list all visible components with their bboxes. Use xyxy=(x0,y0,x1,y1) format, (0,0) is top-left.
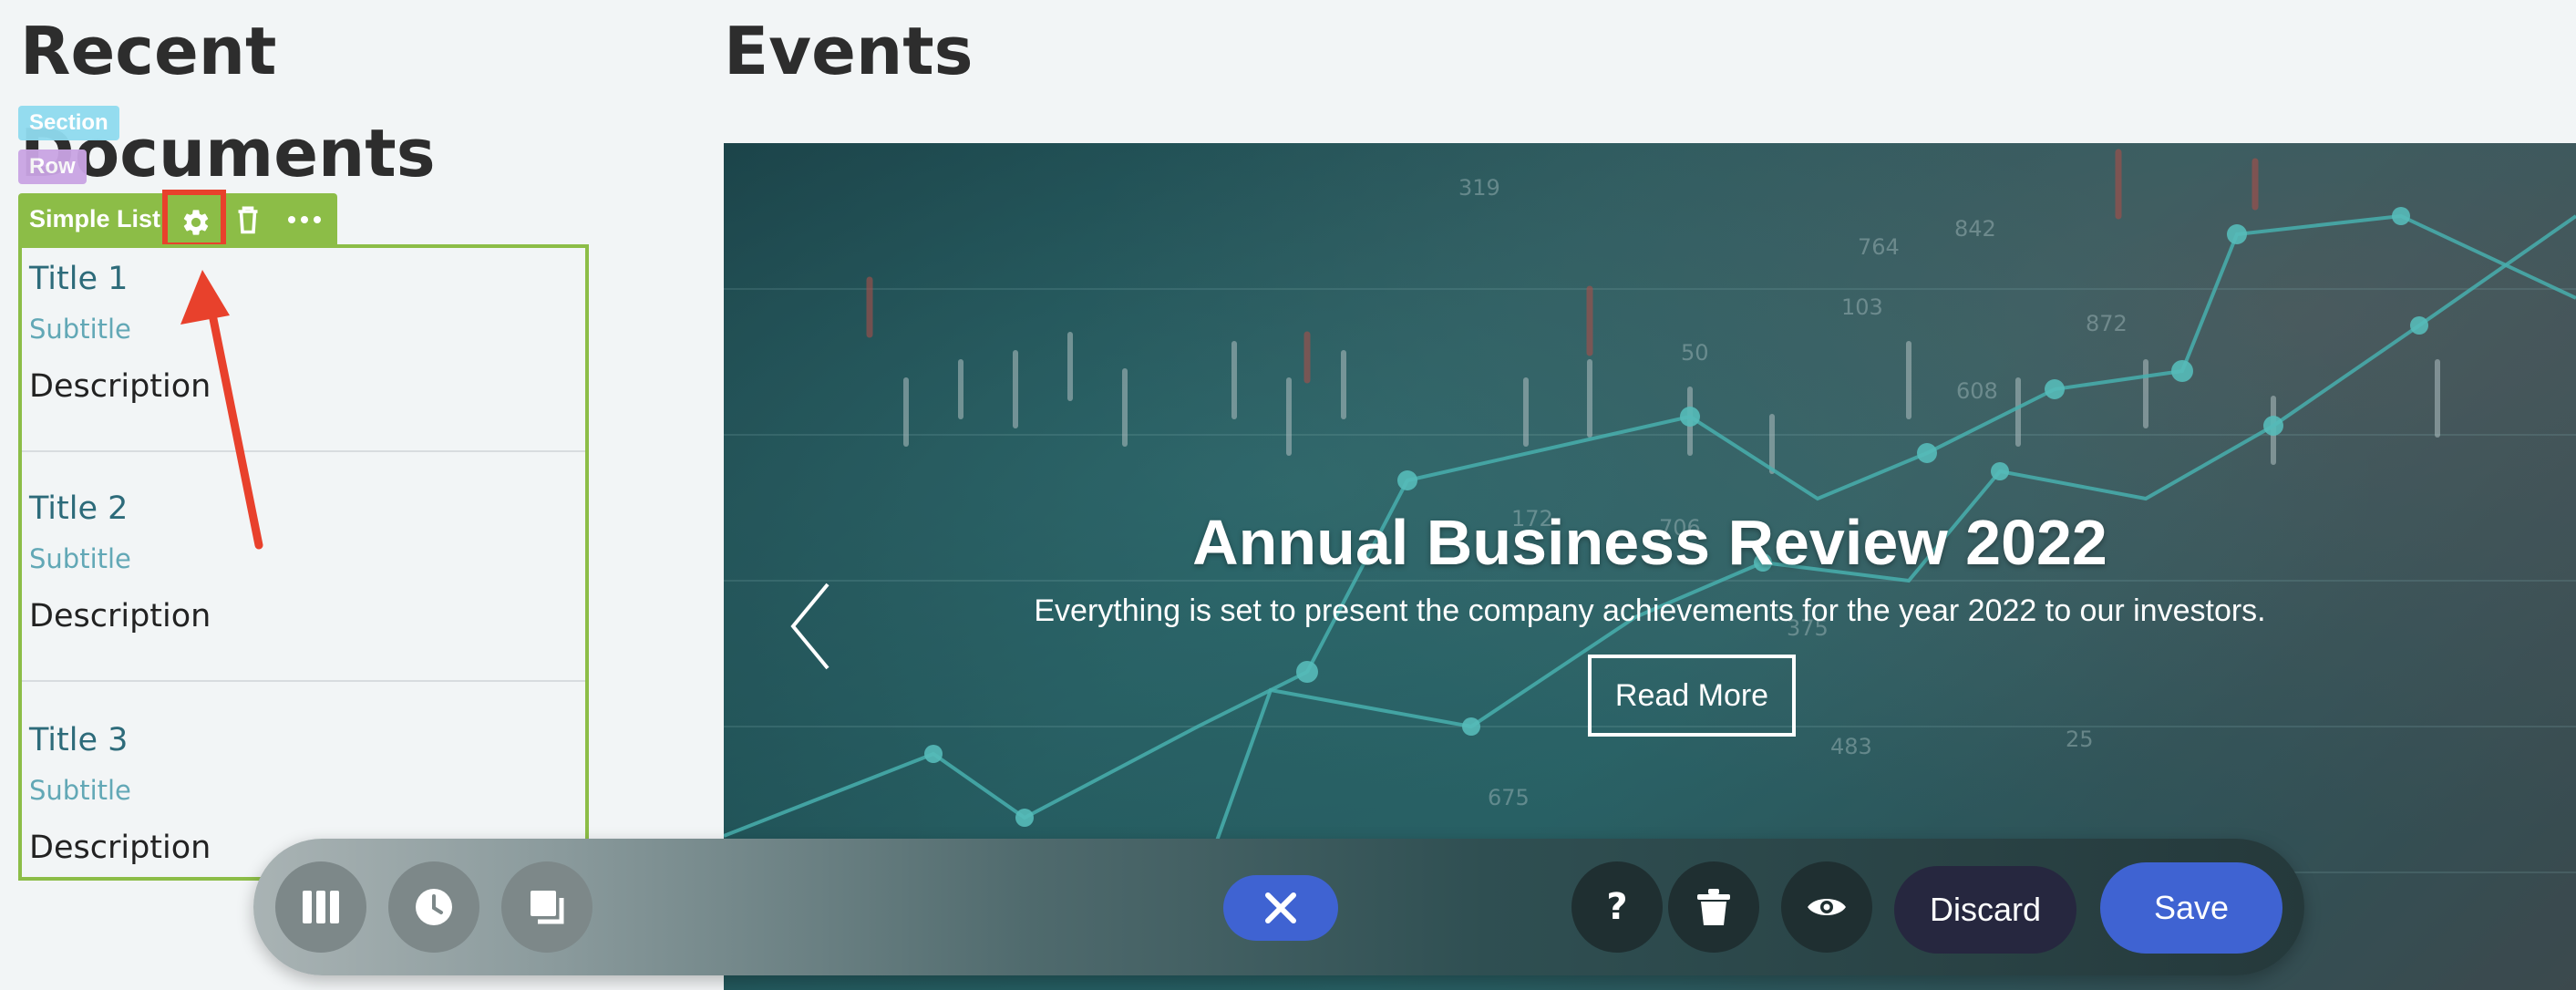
recent-documents-heading: Recent Documents xyxy=(20,13,436,191)
more-icon xyxy=(288,216,321,223)
simple-list-module[interactable]: Title 1 Subtitle Description Title 2 Sub… xyxy=(18,244,589,881)
item-description: Description xyxy=(29,598,211,634)
section-badge[interactable]: Section xyxy=(18,106,119,140)
help-button[interactable]: ? xyxy=(1571,861,1663,953)
module-settings-button[interactable] xyxy=(162,190,226,248)
preview-eye-icon xyxy=(1808,899,1846,915)
layers-button[interactable] xyxy=(501,861,592,953)
close-icon xyxy=(1265,892,1296,923)
delete-button[interactable] xyxy=(1668,861,1759,953)
discard-button[interactable]: Discard xyxy=(1894,866,2076,954)
columns-button[interactable] xyxy=(275,861,366,953)
item-title: Title 3 xyxy=(29,722,129,758)
module-delete-button[interactable] xyxy=(232,202,264,237)
close-editor-button[interactable] xyxy=(1223,875,1338,941)
item-title: Title 1 xyxy=(29,261,129,297)
history-button[interactable] xyxy=(388,861,479,953)
annotation-arrow xyxy=(180,270,263,550)
history-icon xyxy=(416,889,452,925)
item-title: Title 2 xyxy=(29,490,129,527)
trash-icon xyxy=(238,206,258,234)
events-heading: Events xyxy=(724,13,974,89)
item-subtitle: Subtitle xyxy=(29,543,131,574)
list-divider xyxy=(22,450,585,452)
hero-title: Annual Business Review 2022 xyxy=(1192,507,2107,578)
trash-icon xyxy=(1697,889,1730,925)
help-icon: ? xyxy=(1606,886,1628,928)
layers-icon xyxy=(531,891,564,924)
module-more-button[interactable] xyxy=(284,202,325,237)
item-subtitle: Subtitle xyxy=(29,775,131,806)
list-item[interactable]: Title 1 Subtitle Description xyxy=(29,248,583,476)
item-description: Description xyxy=(29,830,211,866)
read-more-button[interactable]: Read More xyxy=(1588,655,1796,737)
preview-button[interactable] xyxy=(1781,861,1872,953)
gear-icon xyxy=(183,210,209,235)
item-subtitle: Subtitle xyxy=(29,314,131,345)
module-label[interactable]: Simple List xyxy=(29,193,160,244)
module-toolbar: Simple List xyxy=(18,190,337,248)
save-button[interactable]: Save xyxy=(2100,862,2282,954)
row-badge[interactable]: Row xyxy=(18,150,87,184)
columns-icon xyxy=(303,891,339,923)
hero-subtitle: Everything is set to present the company… xyxy=(1034,593,2266,628)
editor-bottom-bar: ? Discard Save xyxy=(253,839,2304,975)
list-divider xyxy=(22,680,585,682)
list-item[interactable]: Title 2 Subtitle Description xyxy=(29,478,583,706)
